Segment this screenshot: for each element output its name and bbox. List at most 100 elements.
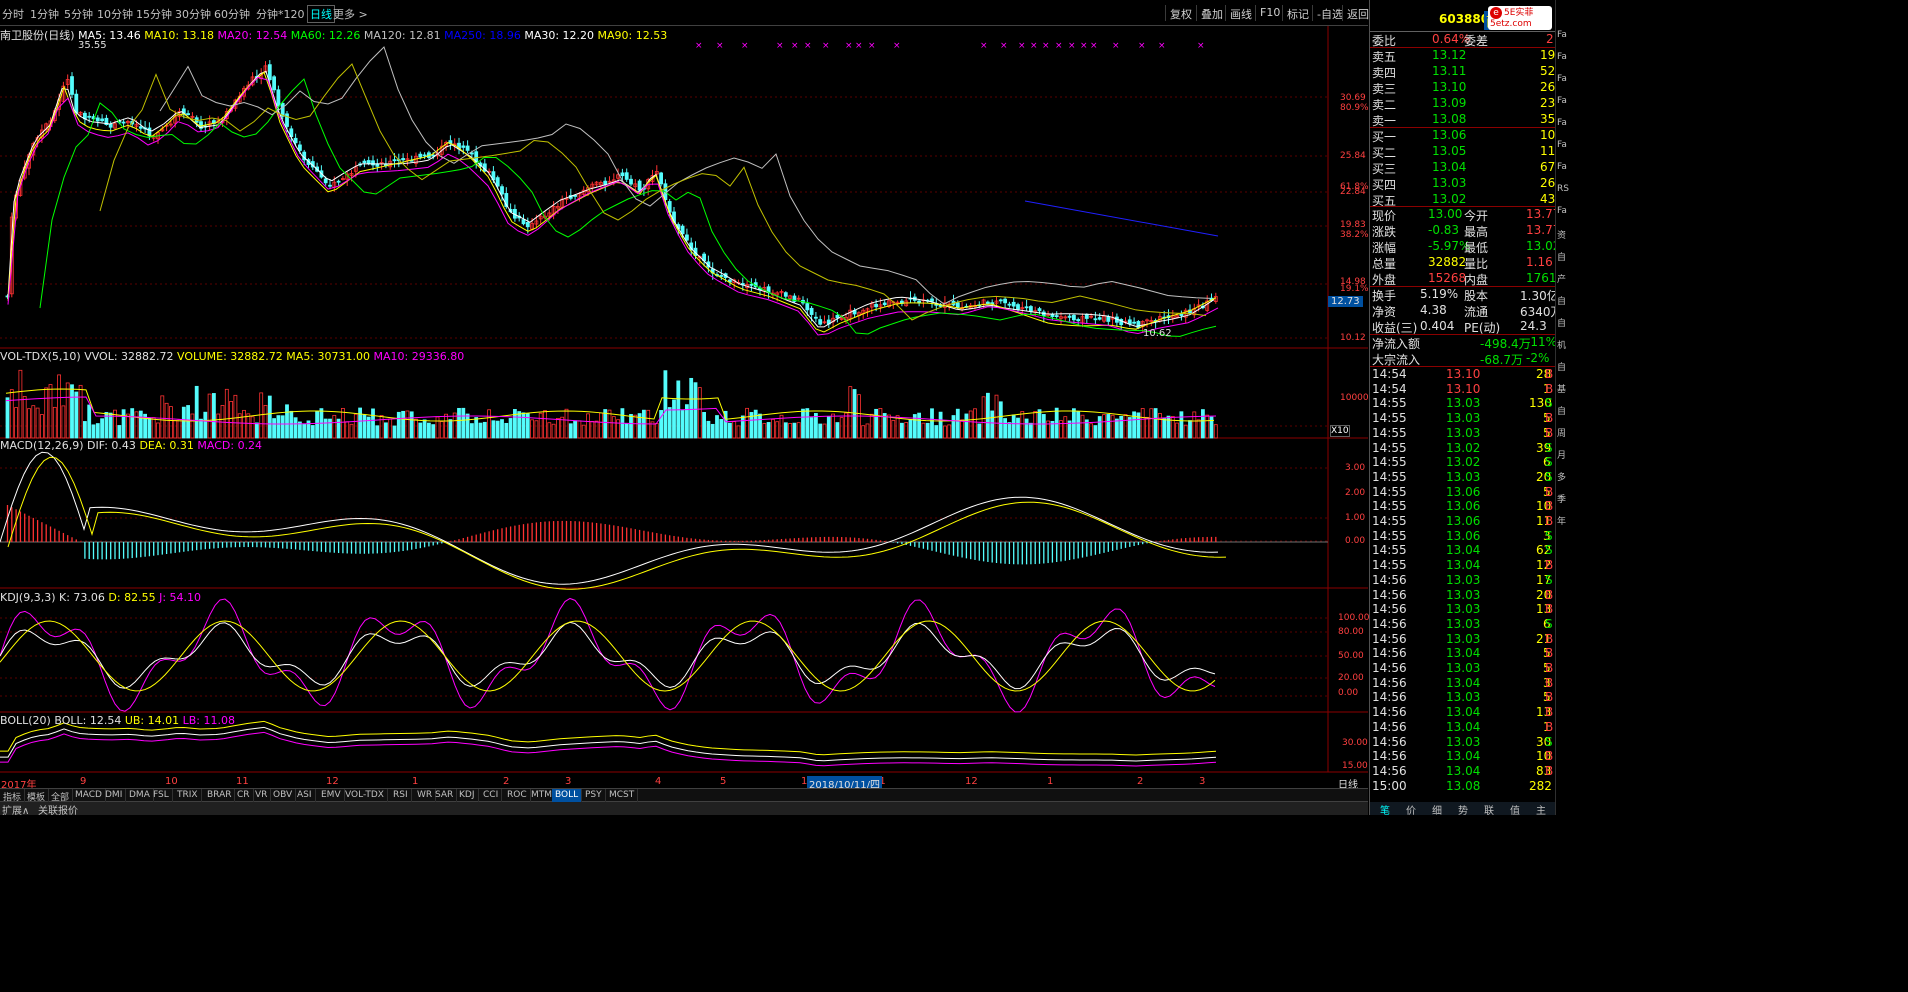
price-axis-label: 19.83	[1340, 220, 1366, 230]
quote-tab-2[interactable]: 细	[1432, 802, 1442, 817]
ask-label: 卖三	[1372, 82, 1397, 96]
side-strip-item[interactable]: 机	[1557, 338, 1566, 351]
indicator-tab-6[interactable]: FSL	[150, 789, 173, 802]
period-tab-9[interactable]: 更多 >	[333, 6, 368, 22]
tick-side: B	[1545, 705, 1554, 720]
indicator-tab-4[interactable]: DMI	[102, 789, 127, 802]
toolbar-button-4[interactable]: 标记	[1282, 5, 1313, 21]
candle-body	[323, 178, 328, 184]
side-strip-item[interactable]: Fa	[1557, 118, 1567, 128]
side-strip-item[interactable]: Fa	[1557, 206, 1567, 216]
indicator-tab-14[interactable]: VOL-TDX	[342, 789, 388, 802]
quote-tab-5[interactable]: 值	[1510, 802, 1520, 817]
side-strip-item[interactable]: Fa	[1557, 162, 1567, 172]
indicator-tab-22[interactable]: BOLL	[552, 789, 583, 802]
quote-tab-3[interactable]: 势	[1458, 802, 1468, 817]
related-quotes-button[interactable]: 关联报价	[38, 802, 78, 817]
toolbar-button-1[interactable]: 叠加	[1196, 5, 1227, 21]
side-strip-item[interactable]: Fa	[1557, 96, 1567, 106]
indicator-tab-19[interactable]: CCI	[480, 789, 503, 802]
indicator-tab-0[interactable]: 指标	[0, 789, 26, 803]
macd-panel-title-row: MACD(12,26,9) DIF: 0.43 DEA: 0.31 MACD: …	[0, 439, 262, 452]
indicator-tab-18[interactable]: KDJ	[456, 789, 479, 802]
quote-tab-4[interactable]: 联	[1484, 802, 1494, 817]
quote-tab-1[interactable]: 价	[1406, 802, 1416, 817]
side-strip-item[interactable]: 自	[1557, 316, 1566, 329]
signal-marker: ×	[1068, 41, 1076, 51]
indicator-tab-2[interactable]: 全部	[48, 789, 74, 803]
toolbar-button-3[interactable]: F10	[1255, 5, 1284, 21]
toolbar-button-2[interactable]: 画线	[1225, 5, 1256, 21]
boll-axis-label: 30.00	[1342, 738, 1368, 748]
indicator-tab-24[interactable]: MCST	[606, 789, 639, 802]
date-axis-label: 2	[503, 776, 510, 787]
bid-price: 13.04	[1432, 160, 1467, 174]
candle-body	[1072, 314, 1076, 321]
volume-bar	[18, 369, 23, 439]
volume-bar	[551, 423, 556, 439]
side-strip-item[interactable]: 产	[1557, 272, 1566, 285]
volume-bar	[35, 407, 40, 439]
indicator-tab-9[interactable]: CR	[234, 789, 254, 802]
tick-price: 13.10	[1446, 367, 1481, 381]
period-tab-5[interactable]: 30分钟	[175, 6, 211, 22]
side-strip-item[interactable]: 基	[1557, 382, 1566, 395]
period-tab-1[interactable]: 1分钟	[30, 6, 59, 22]
side-strip-item[interactable]: 资	[1557, 228, 1566, 241]
side-strip-item[interactable]: 自	[1557, 360, 1566, 373]
side-strip-item[interactable]: 自	[1557, 250, 1566, 263]
volume-bar	[736, 425, 741, 439]
chart-area[interactable]: × × × × × × × × × × × × × × × × × × × × × × × × 南卫股份(日线) MA5: 1…	[0, 26, 1370, 791]
ma-legend-item: MA10: 13.18	[140, 29, 215, 42]
quote-tab-6[interactable]: 主	[1536, 802, 1546, 817]
indicator-tab-3[interactable]: MACD	[72, 789, 106, 802]
side-strip-item[interactable]: Fa	[1557, 30, 1567, 40]
indicator-tab-7[interactable]: TRIX	[174, 789, 202, 802]
indicator-tab-11[interactable]: OBV	[270, 789, 297, 802]
side-strip-item[interactable]: Fa	[1557, 74, 1567, 84]
volume-bar	[710, 423, 715, 439]
indicator-tab-10[interactable]: VR	[252, 789, 272, 802]
period-tab-6[interactable]: 60分钟	[214, 6, 250, 22]
volume-bar	[9, 389, 14, 439]
site-logo: e 5E实菲 5etz.com	[1488, 6, 1552, 30]
period-tab-8[interactable]: 日线	[307, 5, 335, 23]
indicator-tab-15[interactable]: RSI	[390, 789, 412, 802]
volume-bar	[508, 418, 513, 439]
volume-bar	[943, 425, 947, 439]
tick-row: 14:55 13.06 5 B	[1370, 485, 1556, 501]
period-tab-4[interactable]: 15分钟	[136, 6, 172, 22]
tick-price: 13.04	[1446, 558, 1481, 573]
indicator-tab-23[interactable]: PSY	[582, 789, 606, 802]
side-strip-item[interactable]: 自	[1557, 404, 1566, 417]
side-strip-item[interactable]: 多	[1557, 470, 1566, 483]
side-strip-item[interactable]: 年	[1557, 514, 1566, 527]
volume-bar	[917, 412, 921, 439]
period-tab-3[interactable]: 10分钟	[97, 6, 133, 22]
period-tab-2[interactable]: 5分钟	[64, 6, 93, 22]
side-strip-item[interactable]: Fa	[1557, 140, 1567, 150]
toolbar-button-0[interactable]: 复权	[1165, 5, 1196, 21]
expand-button[interactable]: 扩展∧	[2, 802, 29, 817]
volume-bar	[177, 418, 182, 439]
period-tab-0[interactable]: 分时	[2, 6, 24, 22]
tick-time: 14:56	[1372, 734, 1407, 749]
candle-body	[814, 316, 818, 319]
quote-tab-0[interactable]: 笔	[1380, 802, 1390, 817]
period-tab-7[interactable]: 分钟*120	[256, 6, 305, 22]
side-strip-item[interactable]: 季	[1557, 492, 1566, 505]
indicator-tab-13[interactable]: EMV	[318, 789, 345, 802]
indicator-tab-8[interactable]: BRAR	[204, 789, 236, 802]
side-strip-item[interactable]: 月	[1557, 448, 1566, 461]
volume-bar	[998, 401, 1003, 439]
side-strip-item[interactable]: Fa	[1557, 52, 1567, 62]
indicator-tab-20[interactable]: ROC	[504, 789, 531, 802]
side-strip-item[interactable]: RS	[1557, 184, 1569, 194]
side-strip-item[interactable]: 周	[1557, 426, 1566, 439]
indicator-tab-12[interactable]: ASI	[294, 789, 316, 802]
tick-side: B	[1545, 763, 1554, 778]
tick-row: 14:55 13.06 10 B	[1370, 499, 1556, 515]
indicator-tab-1[interactable]: 模板	[24, 789, 50, 803]
indicator-tab-17[interactable]: SAR	[432, 789, 458, 802]
side-strip-item[interactable]: 自	[1557, 294, 1566, 307]
